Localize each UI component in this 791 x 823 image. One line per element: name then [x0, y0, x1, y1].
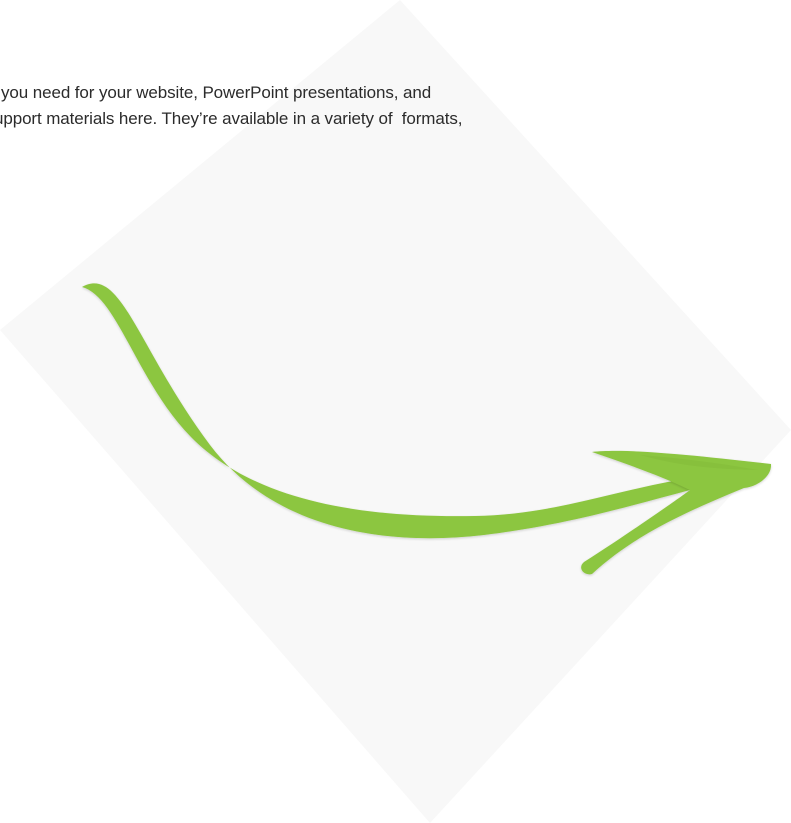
curved-arrow-icon	[82, 283, 772, 575]
